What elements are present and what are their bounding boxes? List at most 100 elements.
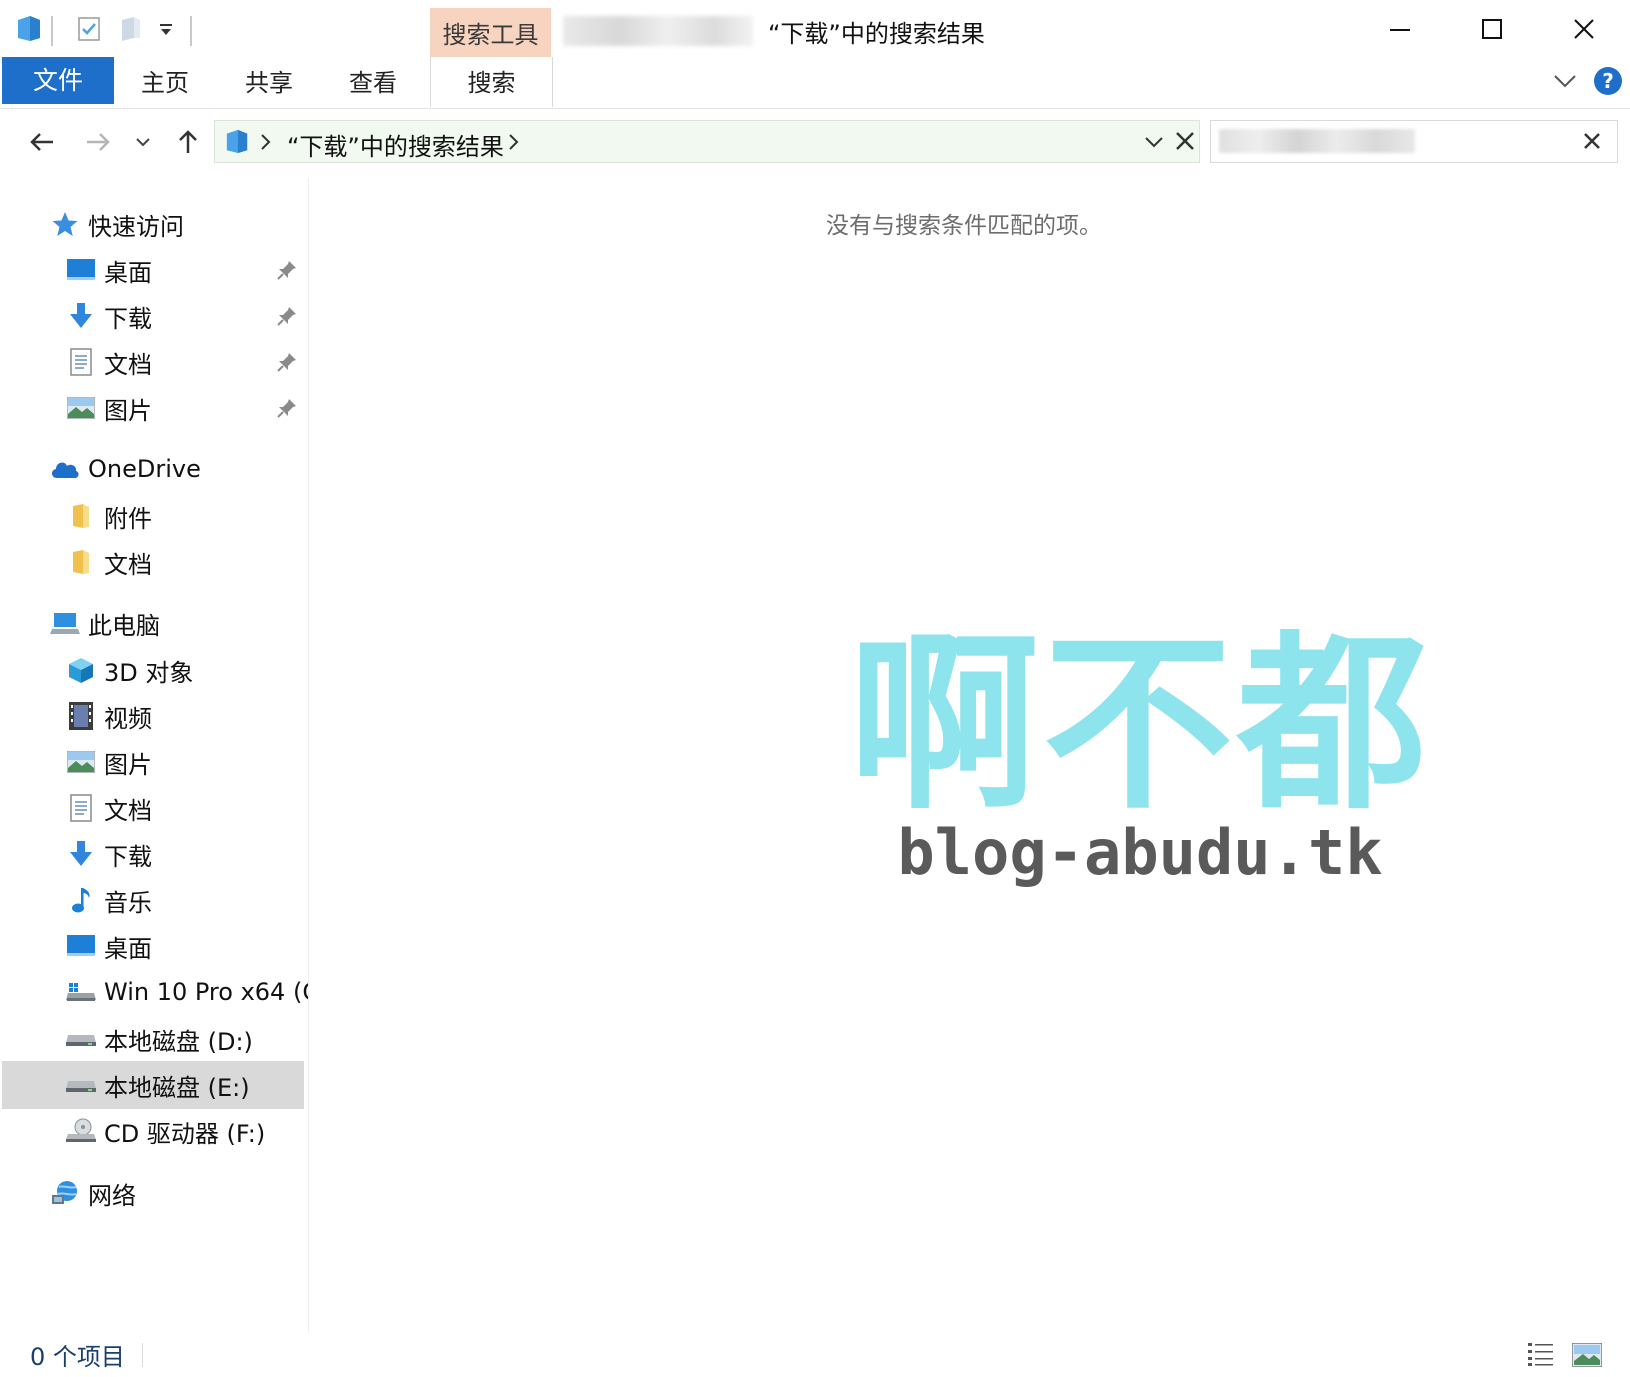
tab-search[interactable]: 搜索 xyxy=(430,57,553,107)
clear-search-icon[interactable] xyxy=(1583,132,1601,154)
close-icon xyxy=(1574,18,1594,39)
sidebar-item-label: 附件 xyxy=(104,504,152,533)
up-button[interactable] xyxy=(170,124,206,160)
sidebar-item-3d-objects[interactable]: 3D 对象 xyxy=(66,647,308,693)
app-icon[interactable] xyxy=(16,14,42,42)
sidebar-item-drive-c[interactable]: Win 10 Pro x64 (C xyxy=(66,969,308,1015)
recent-locations-button[interactable] xyxy=(130,124,156,160)
folder-icon xyxy=(66,501,96,531)
maximize-button[interactable] xyxy=(1446,0,1538,57)
title-bar: 搜索工具 “下载”中的搜索结果 xyxy=(0,0,1630,58)
sidebar-item-pc-documents[interactable]: 文档 xyxy=(66,785,308,831)
ribbon-bar: 文件 主页 共享 查看 搜索 ? xyxy=(0,57,1630,109)
tab-view[interactable]: 查看 xyxy=(349,57,397,107)
desktop-icon xyxy=(66,255,96,285)
item-count: 0 个项目 xyxy=(30,1343,125,1371)
details-view-icon[interactable] xyxy=(1527,1341,1555,1371)
new-folder-icon[interactable] xyxy=(118,14,144,42)
sidebar-item-label: 下载 xyxy=(104,842,152,871)
sidebar-item-pc-pictures[interactable]: 图片 xyxy=(66,739,308,785)
network-icon xyxy=(50,1178,80,1208)
status-bar: 0 个项目 xyxy=(0,1333,1630,1377)
breadcrumb-chevron-icon[interactable] xyxy=(507,133,519,155)
sidebar-item-label: 图片 xyxy=(104,750,152,779)
sidebar-item-network[interactable]: 网络 xyxy=(50,1170,136,1216)
document-icon xyxy=(66,347,96,377)
cube-3d-icon xyxy=(66,655,96,685)
sidebar-item-drive-e[interactable]: 本地磁盘 (E:) xyxy=(66,1062,308,1108)
sidebar-item-this-pc[interactable]: 此电脑 xyxy=(50,600,160,646)
sidebar-item-label: OneDrive xyxy=(88,455,201,483)
watermark-url: blog-abudu.tk xyxy=(897,816,1382,889)
address-dropdown-icon[interactable] xyxy=(1143,133,1165,155)
pin-icon[interactable] xyxy=(276,305,298,327)
sidebar-item-music[interactable]: 音乐 xyxy=(66,877,308,923)
content-area[interactable]: 没有与搜索条件匹配的项。 啊不都 blog-abudu.tk xyxy=(310,178,1630,1333)
quick-access-separator xyxy=(190,16,192,46)
sidebar-item-documents[interactable]: 文档 xyxy=(66,339,308,385)
film-icon xyxy=(66,701,96,731)
sidebar-item-label: Win 10 Pro x64 (C xyxy=(104,978,308,1006)
properties-icon[interactable] xyxy=(76,14,102,42)
sidebar-item-label: 3D 对象 xyxy=(104,658,194,687)
picture-icon xyxy=(66,747,96,777)
sidebar-item-pictures[interactable]: 图片 xyxy=(66,385,308,431)
picture-icon xyxy=(66,393,96,423)
tab-home[interactable]: 主页 xyxy=(141,57,189,107)
forward-button[interactable] xyxy=(80,124,116,160)
tab-file[interactable]: 文件 xyxy=(2,57,114,104)
sidebar-item-label: 快速访问 xyxy=(88,212,184,241)
search-input[interactable] xyxy=(1210,120,1618,163)
music-note-icon xyxy=(66,885,96,915)
pin-icon[interactable] xyxy=(276,351,298,373)
sidebar-item-desktop[interactable]: 桌面 xyxy=(66,247,308,293)
sidebar-item-label: 本地磁盘 (E:) xyxy=(104,1073,250,1102)
cloud-icon xyxy=(50,454,80,484)
address-bar[interactable]: “下载”中的搜索结果 xyxy=(214,120,1200,163)
sidebar-item-videos[interactable]: 视频 xyxy=(66,693,308,739)
search-tools-context-label: 搜索工具 xyxy=(430,8,551,58)
hard-drive-icon xyxy=(66,1070,96,1100)
sidebar-item-drive-f[interactable]: CD 驱动器 (F:) xyxy=(66,1108,308,1154)
chevron-down-icon xyxy=(136,138,150,147)
navigation-pane: 快速访问 桌面 下载 文档 图片 OneDrive 附件 文档 此电脑 3D 对… xyxy=(0,178,309,1333)
pin-icon[interactable] xyxy=(276,397,298,419)
pin-icon[interactable] xyxy=(276,259,298,281)
large-icons-view-icon[interactable] xyxy=(1571,1342,1603,1371)
system-drive-icon xyxy=(66,977,96,1007)
sidebar-item-label: CD 驱动器 (F:) xyxy=(104,1119,266,1148)
stop-search-icon[interactable] xyxy=(1175,131,1195,155)
sidebar-item-label: 本地磁盘 (D:) xyxy=(104,1027,253,1056)
sidebar-item-pc-downloads[interactable]: 下载 xyxy=(66,831,308,877)
minimize-button[interactable] xyxy=(1354,0,1446,57)
sidebar-item-attachments[interactable]: 附件 xyxy=(66,493,308,539)
document-icon xyxy=(66,793,96,823)
expand-ribbon-icon[interactable] xyxy=(1552,71,1578,95)
sidebar-item-onedrive[interactable]: OneDrive xyxy=(50,446,201,492)
back-button[interactable] xyxy=(24,124,60,160)
sidebar-item-label: 文档 xyxy=(104,350,152,379)
star-icon xyxy=(50,209,80,239)
sidebar-item-onedrive-documents[interactable]: 文档 xyxy=(66,539,308,585)
sidebar-item-downloads[interactable]: 下载 xyxy=(66,293,308,339)
help-button[interactable]: ? xyxy=(1594,67,1622,95)
window-title: “下载”中的搜索结果 xyxy=(768,20,985,48)
sidebar-item-label: 桌面 xyxy=(104,258,152,287)
sidebar-item-drive-d[interactable]: 本地磁盘 (D:) xyxy=(66,1016,308,1062)
download-arrow-icon xyxy=(66,301,96,331)
customize-dropdown-icon[interactable] xyxy=(156,14,182,42)
sidebar-item-quick-access[interactable]: 快速访问 xyxy=(50,201,184,247)
sidebar-item-label: 文档 xyxy=(104,550,152,579)
sidebar-item-label: 文档 xyxy=(104,796,152,825)
status-separator xyxy=(142,1343,143,1367)
navigation-bar: “下载”中的搜索结果 xyxy=(0,110,1630,178)
close-window-button[interactable] xyxy=(1538,0,1630,57)
maximize-icon xyxy=(1482,18,1502,39)
sidebar-item-label: 图片 xyxy=(104,396,152,425)
computer-icon xyxy=(50,608,80,638)
tab-share[interactable]: 共享 xyxy=(245,57,293,107)
search-results-icon xyxy=(225,127,249,159)
sidebar-item-pc-desktop[interactable]: 桌面 xyxy=(66,923,308,969)
breadcrumb-chevron-icon[interactable] xyxy=(259,133,271,155)
breadcrumb-current[interactable]: “下载”中的搜索结果 xyxy=(287,127,504,162)
